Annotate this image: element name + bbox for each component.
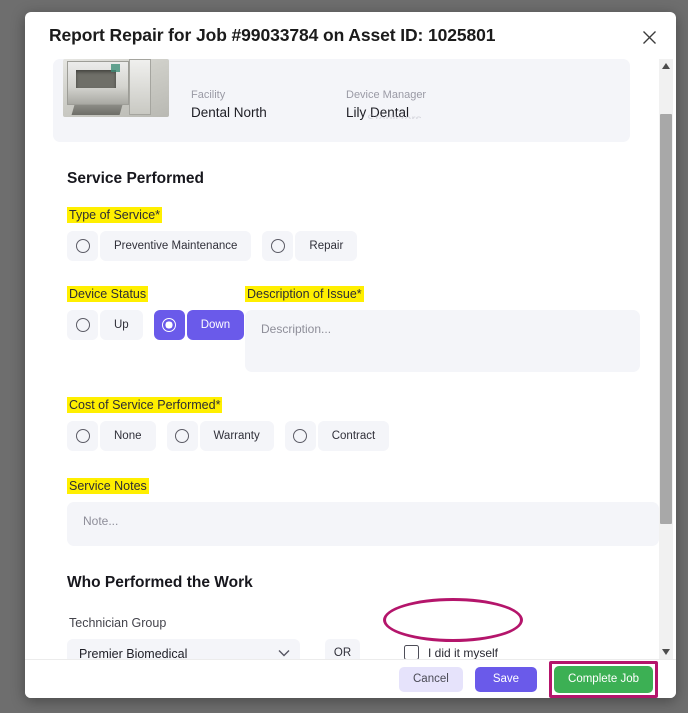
complete-job-button[interactable]: Complete Job — [554, 665, 653, 693]
radio-circle-selected-icon — [162, 318, 177, 332]
radio-status-up[interactable]: Up — [67, 310, 143, 340]
radio-status-down-label[interactable]: Down — [186, 310, 245, 340]
radio-preventive-maintenance[interactable]: Preventive Maintenance — [67, 231, 252, 261]
radio-repair[interactable]: Repair — [262, 231, 358, 261]
radio-circle-icon — [75, 429, 90, 443]
radio-preventive-maintenance-box[interactable] — [67, 231, 98, 261]
device-status-label: Device Status — [67, 286, 149, 302]
radio-cost-contract[interactable]: Contract — [284, 421, 390, 451]
clipped-device-text: Sterilizers — [367, 112, 422, 119]
complete-job-highlight: Complete Job — [549, 660, 658, 698]
radio-circle-icon — [75, 239, 90, 253]
radio-cost-none[interactable]: None — [67, 421, 156, 451]
service-notes-label: Service Notes — [67, 478, 149, 494]
did-it-myself-checkbox[interactable]: I did it myself — [404, 639, 498, 659]
radio-status-up-box[interactable] — [67, 310, 98, 340]
radio-repair-label[interactable]: Repair — [295, 231, 358, 261]
page-title: Report Repair for Job #99033784 on Asset… — [49, 25, 496, 45]
chevron-down-icon — [278, 648, 290, 659]
technician-group-label: Technician Group — [69, 616, 167, 630]
device-field-facility: Facility Dental North — [191, 89, 346, 120]
triangle-up-icon[interactable] — [659, 59, 673, 73]
report-repair-dialog: Report Repair for Job #99033784 on Asset… — [25, 12, 676, 698]
description-of-issue-label: Description of Issue* — [245, 286, 364, 302]
device-status-group: Up Down — [67, 310, 245, 340]
service-notes-input[interactable]: Note... — [67, 502, 659, 546]
cost-of-service-label: Cost of Service Performed* — [67, 397, 223, 413]
device-photo — [63, 59, 169, 117]
radio-circle-icon — [175, 429, 189, 443]
scrollbar-thumb[interactable] — [660, 114, 672, 524]
radio-circle-icon — [293, 429, 308, 443]
dialog-header: Report Repair for Job #99033784 on Asset… — [25, 12, 676, 59]
technician-row: Premier Biomedical OR I did it myself — [39, 639, 640, 659]
section-heading-service-performed: Service Performed — [67, 170, 204, 187]
did-it-myself-label[interactable]: I did it myself — [428, 646, 498, 660]
technician-group-value: Premier Biomedical — [79, 647, 188, 659]
radio-status-up-label[interactable]: Up — [100, 310, 143, 340]
scroll-content: Facility Dental North Device Manager Lil… — [25, 59, 659, 659]
status-description-row: Device Status Up Down Description of Iss — [39, 285, 640, 372]
vertical-scrollbar[interactable] — [659, 59, 673, 659]
radio-status-down[interactable]: Down — [153, 310, 245, 340]
device-card-fields: Facility Dental North Device Manager Lil… — [169, 59, 630, 120]
description-of-issue-input[interactable]: Description... — [245, 310, 640, 372]
save-button[interactable]: Save — [474, 666, 538, 692]
dialog-body: Facility Dental North Device Manager Lil… — [25, 59, 676, 659]
triangle-down-icon[interactable] — [659, 645, 673, 659]
close-icon[interactable] — [636, 24, 662, 50]
radio-cost-contract-box[interactable] — [284, 421, 316, 451]
radio-cost-warranty-box[interactable] — [166, 421, 198, 451]
radio-circle-icon — [270, 239, 285, 253]
radio-repair-box[interactable] — [262, 231, 294, 261]
checkbox-icon[interactable] — [404, 645, 419, 659]
facility-value: Dental North — [191, 105, 267, 120]
device-summary-card: Facility Dental North Device Manager Lil… — [53, 59, 630, 142]
radio-cost-warranty-label[interactable]: Warranty — [199, 421, 274, 451]
radio-cost-none-box[interactable] — [67, 421, 98, 451]
cancel-button[interactable]: Cancel — [399, 666, 463, 692]
radio-cost-contract-label[interactable]: Contract — [317, 421, 390, 451]
facility-label: Facility — [191, 89, 226, 101]
radio-cost-none-label[interactable]: None — [100, 421, 156, 451]
radio-circle-icon — [75, 318, 90, 332]
technician-group-select[interactable]: Premier Biomedical — [67, 639, 300, 659]
radio-cost-warranty[interactable]: Warranty — [166, 421, 274, 451]
dialog-footer: Cancel Save Complete Job — [25, 659, 676, 698]
type-of-service-label: Type of Service* — [67, 207, 163, 223]
section-heading-who-performed: Who Performed the Work — [67, 574, 253, 591]
or-separator: OR — [325, 639, 360, 659]
type-of-service-group: Preventive Maintenance Repair — [67, 231, 640, 261]
radio-status-down-box[interactable] — [153, 310, 185, 340]
radio-preventive-maintenance-label[interactable]: Preventive Maintenance — [100, 231, 252, 261]
cost-of-service-group: None Warranty Contract — [67, 421, 640, 451]
device-manager-label: Device Manager — [346, 89, 427, 101]
